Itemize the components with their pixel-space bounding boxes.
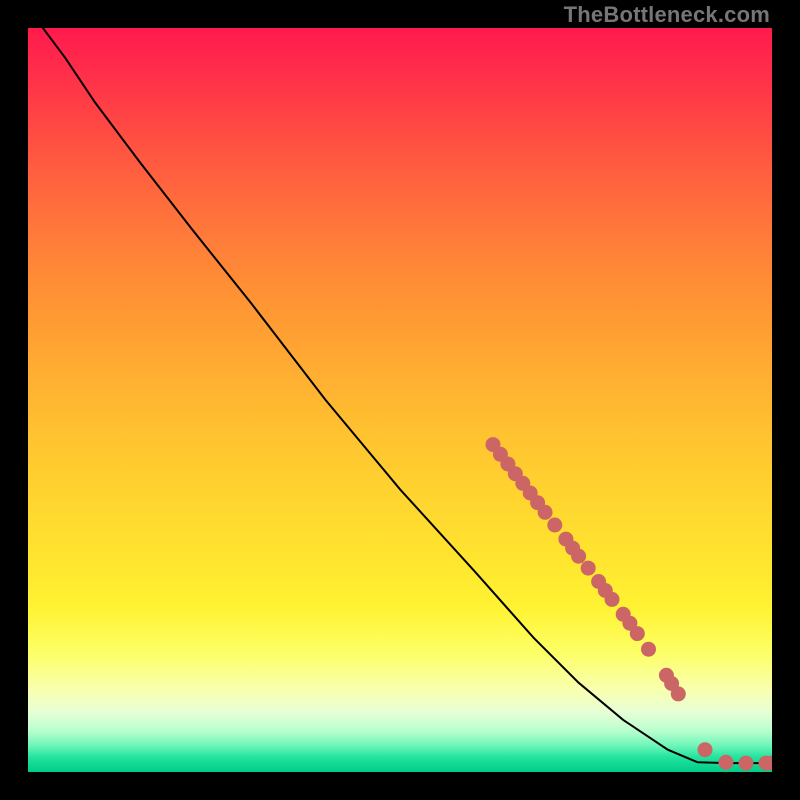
data-marker [547, 518, 562, 533]
curve-layer [28, 28, 772, 772]
chart-frame: TheBottleneck.com [0, 0, 800, 800]
data-marker [571, 549, 586, 564]
data-marker [718, 755, 733, 770]
data-markers [486, 437, 773, 770]
data-marker [641, 642, 656, 657]
data-marker [739, 756, 754, 771]
plot-area [28, 28, 772, 772]
data-marker [698, 742, 713, 757]
data-marker [630, 626, 645, 641]
data-marker [671, 686, 686, 701]
data-marker [538, 505, 553, 520]
data-marker [605, 592, 620, 607]
data-marker [581, 561, 596, 576]
watermark-text: TheBottleneck.com [564, 2, 770, 28]
bottleneck-curve [43, 28, 772, 763]
curve-line [43, 28, 772, 763]
